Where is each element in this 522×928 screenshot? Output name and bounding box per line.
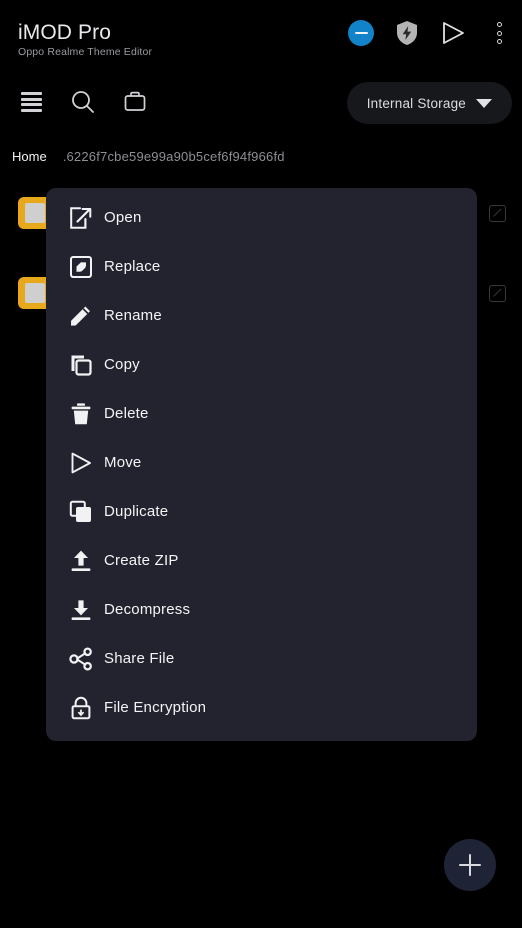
search-icon	[72, 91, 94, 113]
lock-icon	[66, 693, 96, 723]
overflow-menu-icon	[496, 22, 502, 44]
menu-item-label: Copy	[104, 356, 140, 373]
toolbar-icon-group	[14, 85, 152, 119]
edit-square-filled-icon	[66, 252, 96, 282]
menu-item-replace[interactable]: Replace	[46, 242, 477, 291]
shield-bolt-icon	[397, 21, 417, 45]
play-triangle-icon	[66, 448, 96, 478]
search-button[interactable]	[66, 85, 100, 119]
menu-item-label: Replace	[104, 258, 161, 275]
briefcase-icon	[124, 91, 146, 111]
copy-icon	[66, 350, 96, 380]
app-subtitle: Oppo Realme Theme Editor	[18, 46, 153, 58]
open-external-icon	[66, 203, 96, 233]
header-actions	[346, 18, 514, 48]
share-nodes-icon	[66, 644, 96, 674]
toolbar: Internal Storage	[0, 80, 522, 126]
breadcrumb-home[interactable]: Home	[12, 149, 47, 164]
menu-item-duplicate[interactable]: Duplicate	[46, 487, 477, 536]
plus-icon-vertical	[468, 854, 472, 876]
menu-item-open[interactable]: Open	[46, 193, 477, 242]
play-triangle-button[interactable]	[438, 18, 468, 48]
menu-item-label: Delete	[104, 405, 149, 422]
chevron-down-icon	[476, 98, 492, 108]
menu-item-label: Move	[104, 454, 142, 471]
menu-item-label: Open	[104, 209, 142, 226]
menu-item-label: Decompress	[104, 601, 191, 618]
menu-item-label: Rename	[104, 307, 162, 324]
menu-item-create-zip[interactable]: Create ZIP	[46, 536, 477, 585]
menu-item-rename[interactable]: Rename	[46, 291, 477, 340]
menu-item-label: Create ZIP	[104, 552, 179, 569]
page-title: iMOD Pro	[18, 21, 111, 44]
menu-item-delete[interactable]: Delete	[46, 389, 477, 438]
app-root: iMOD Pro Oppo Realme Theme Editor Intern…	[0, 0, 522, 928]
menu-item-label: Duplicate	[104, 503, 169, 520]
edit-square-icon[interactable]	[489, 204, 506, 222]
list-menu-icon[interactable]	[14, 85, 48, 119]
menu-item-file-encryption[interactable]: File Encryption	[46, 683, 477, 732]
menu-item-move[interactable]: Move	[46, 438, 477, 487]
shield-bolt-button[interactable]	[392, 18, 422, 48]
context-menu: Open Replace Rename Copy Delete Move Dup…	[46, 188, 477, 741]
play-triangle-icon	[442, 22, 464, 44]
edit-square-icon[interactable]	[489, 284, 506, 302]
overflow-menu-button[interactable]	[484, 18, 514, 48]
minus-circle-button[interactable]	[346, 18, 376, 48]
menu-item-share-file[interactable]: Share File	[46, 634, 477, 683]
briefcase-button[interactable]	[118, 85, 152, 119]
menu-item-decompress[interactable]: Decompress	[46, 585, 477, 634]
minus-circle-icon	[348, 20, 374, 46]
menu-item-label: File Encryption	[104, 699, 207, 716]
upload-arrow-icon	[66, 546, 96, 576]
duplicate-icon	[66, 497, 96, 527]
storage-selector-label: Internal Storage	[366, 95, 466, 111]
app-header: iMOD Pro Oppo Realme Theme Editor	[0, 0, 522, 76]
menu-item-label: Share File	[104, 650, 175, 667]
download-arrow-icon	[66, 595, 96, 625]
menu-item-copy[interactable]: Copy	[46, 340, 477, 389]
trash-icon	[66, 399, 96, 429]
storage-selector[interactable]: Internal Storage	[346, 82, 512, 124]
pencil-icon	[66, 301, 96, 331]
add-button[interactable]	[444, 839, 496, 891]
breadcrumb: Home .6226f7cbe59e99a90b5cef6f94f966fd	[0, 144, 522, 168]
breadcrumb-path[interactable]: .6226f7cbe59e99a90b5cef6f94f966fd	[63, 149, 285, 164]
